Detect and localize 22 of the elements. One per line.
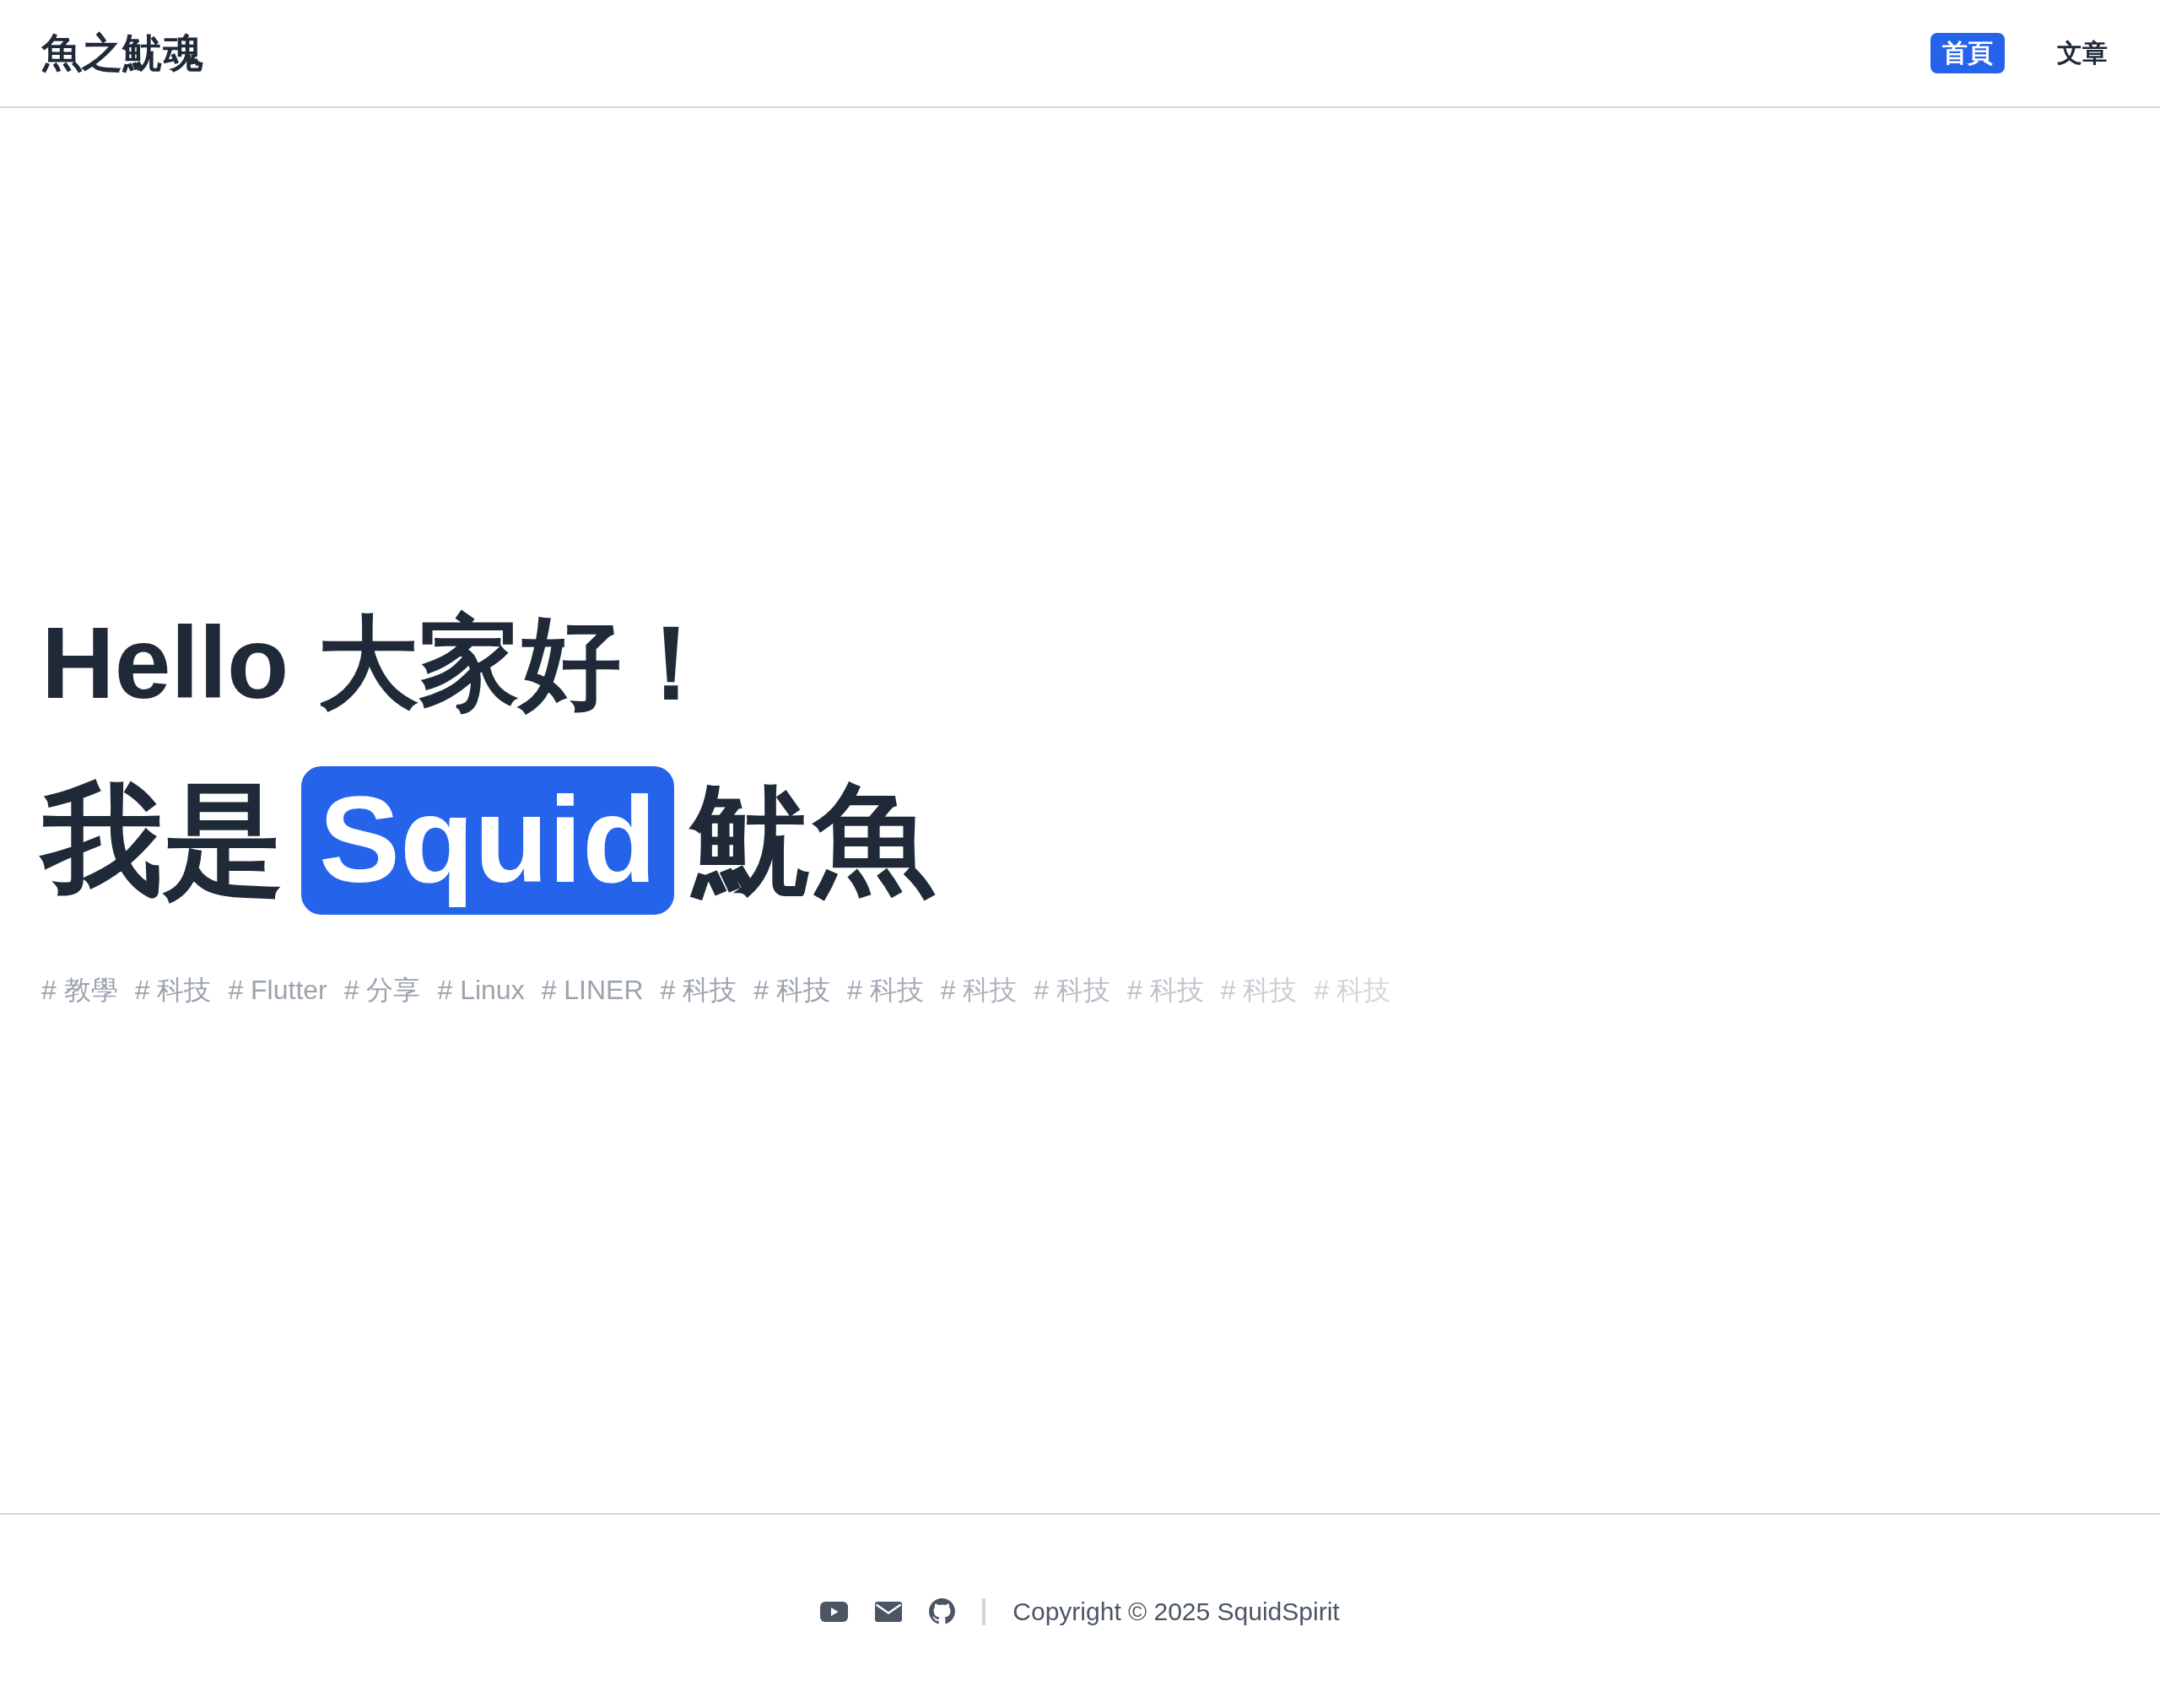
tag-link[interactable]: # 科技 <box>1127 969 1204 1010</box>
nav-link[interactable]: 首頁 <box>1930 33 2005 73</box>
nav-link[interactable]: 文章 <box>2045 33 2120 73</box>
copyright-text: Copyright © 2025 SquidSpirit <box>1012 1598 1340 1624</box>
envelope-icon[interactable] <box>875 1601 903 1622</box>
tag-link[interactable]: # 科技 <box>660 969 737 1010</box>
intro-text: 魷魚 <box>690 779 934 901</box>
tag-link[interactable]: # Flutter <box>228 969 327 1010</box>
tag-link[interactable]: # 科技 <box>940 969 1018 1010</box>
tag-link[interactable]: # 分享 <box>343 969 421 1010</box>
highlighted-name: Squid <box>301 765 674 915</box>
github-icon[interactable] <box>929 1598 956 1624</box>
tag-link[interactable]: # 教學 <box>41 969 118 1010</box>
tag-link[interactable]: # LINER <box>541 969 644 1010</box>
video-play-icon[interactable] <box>820 1601 849 1622</box>
tag-link[interactable]: # 科技 <box>1034 969 1110 1010</box>
greeting-heading: Hello 大家好！ <box>41 611 722 713</box>
tag-link[interactable]: # 科技 <box>846 969 924 1010</box>
tag-link[interactable]: # 科技 <box>134 969 212 1010</box>
tag-link[interactable]: # Linux <box>437 969 525 1010</box>
tag-link[interactable]: # 科技 <box>753 969 830 1010</box>
site-logo[interactable]: 魚之魷魂 <box>41 33 203 73</box>
